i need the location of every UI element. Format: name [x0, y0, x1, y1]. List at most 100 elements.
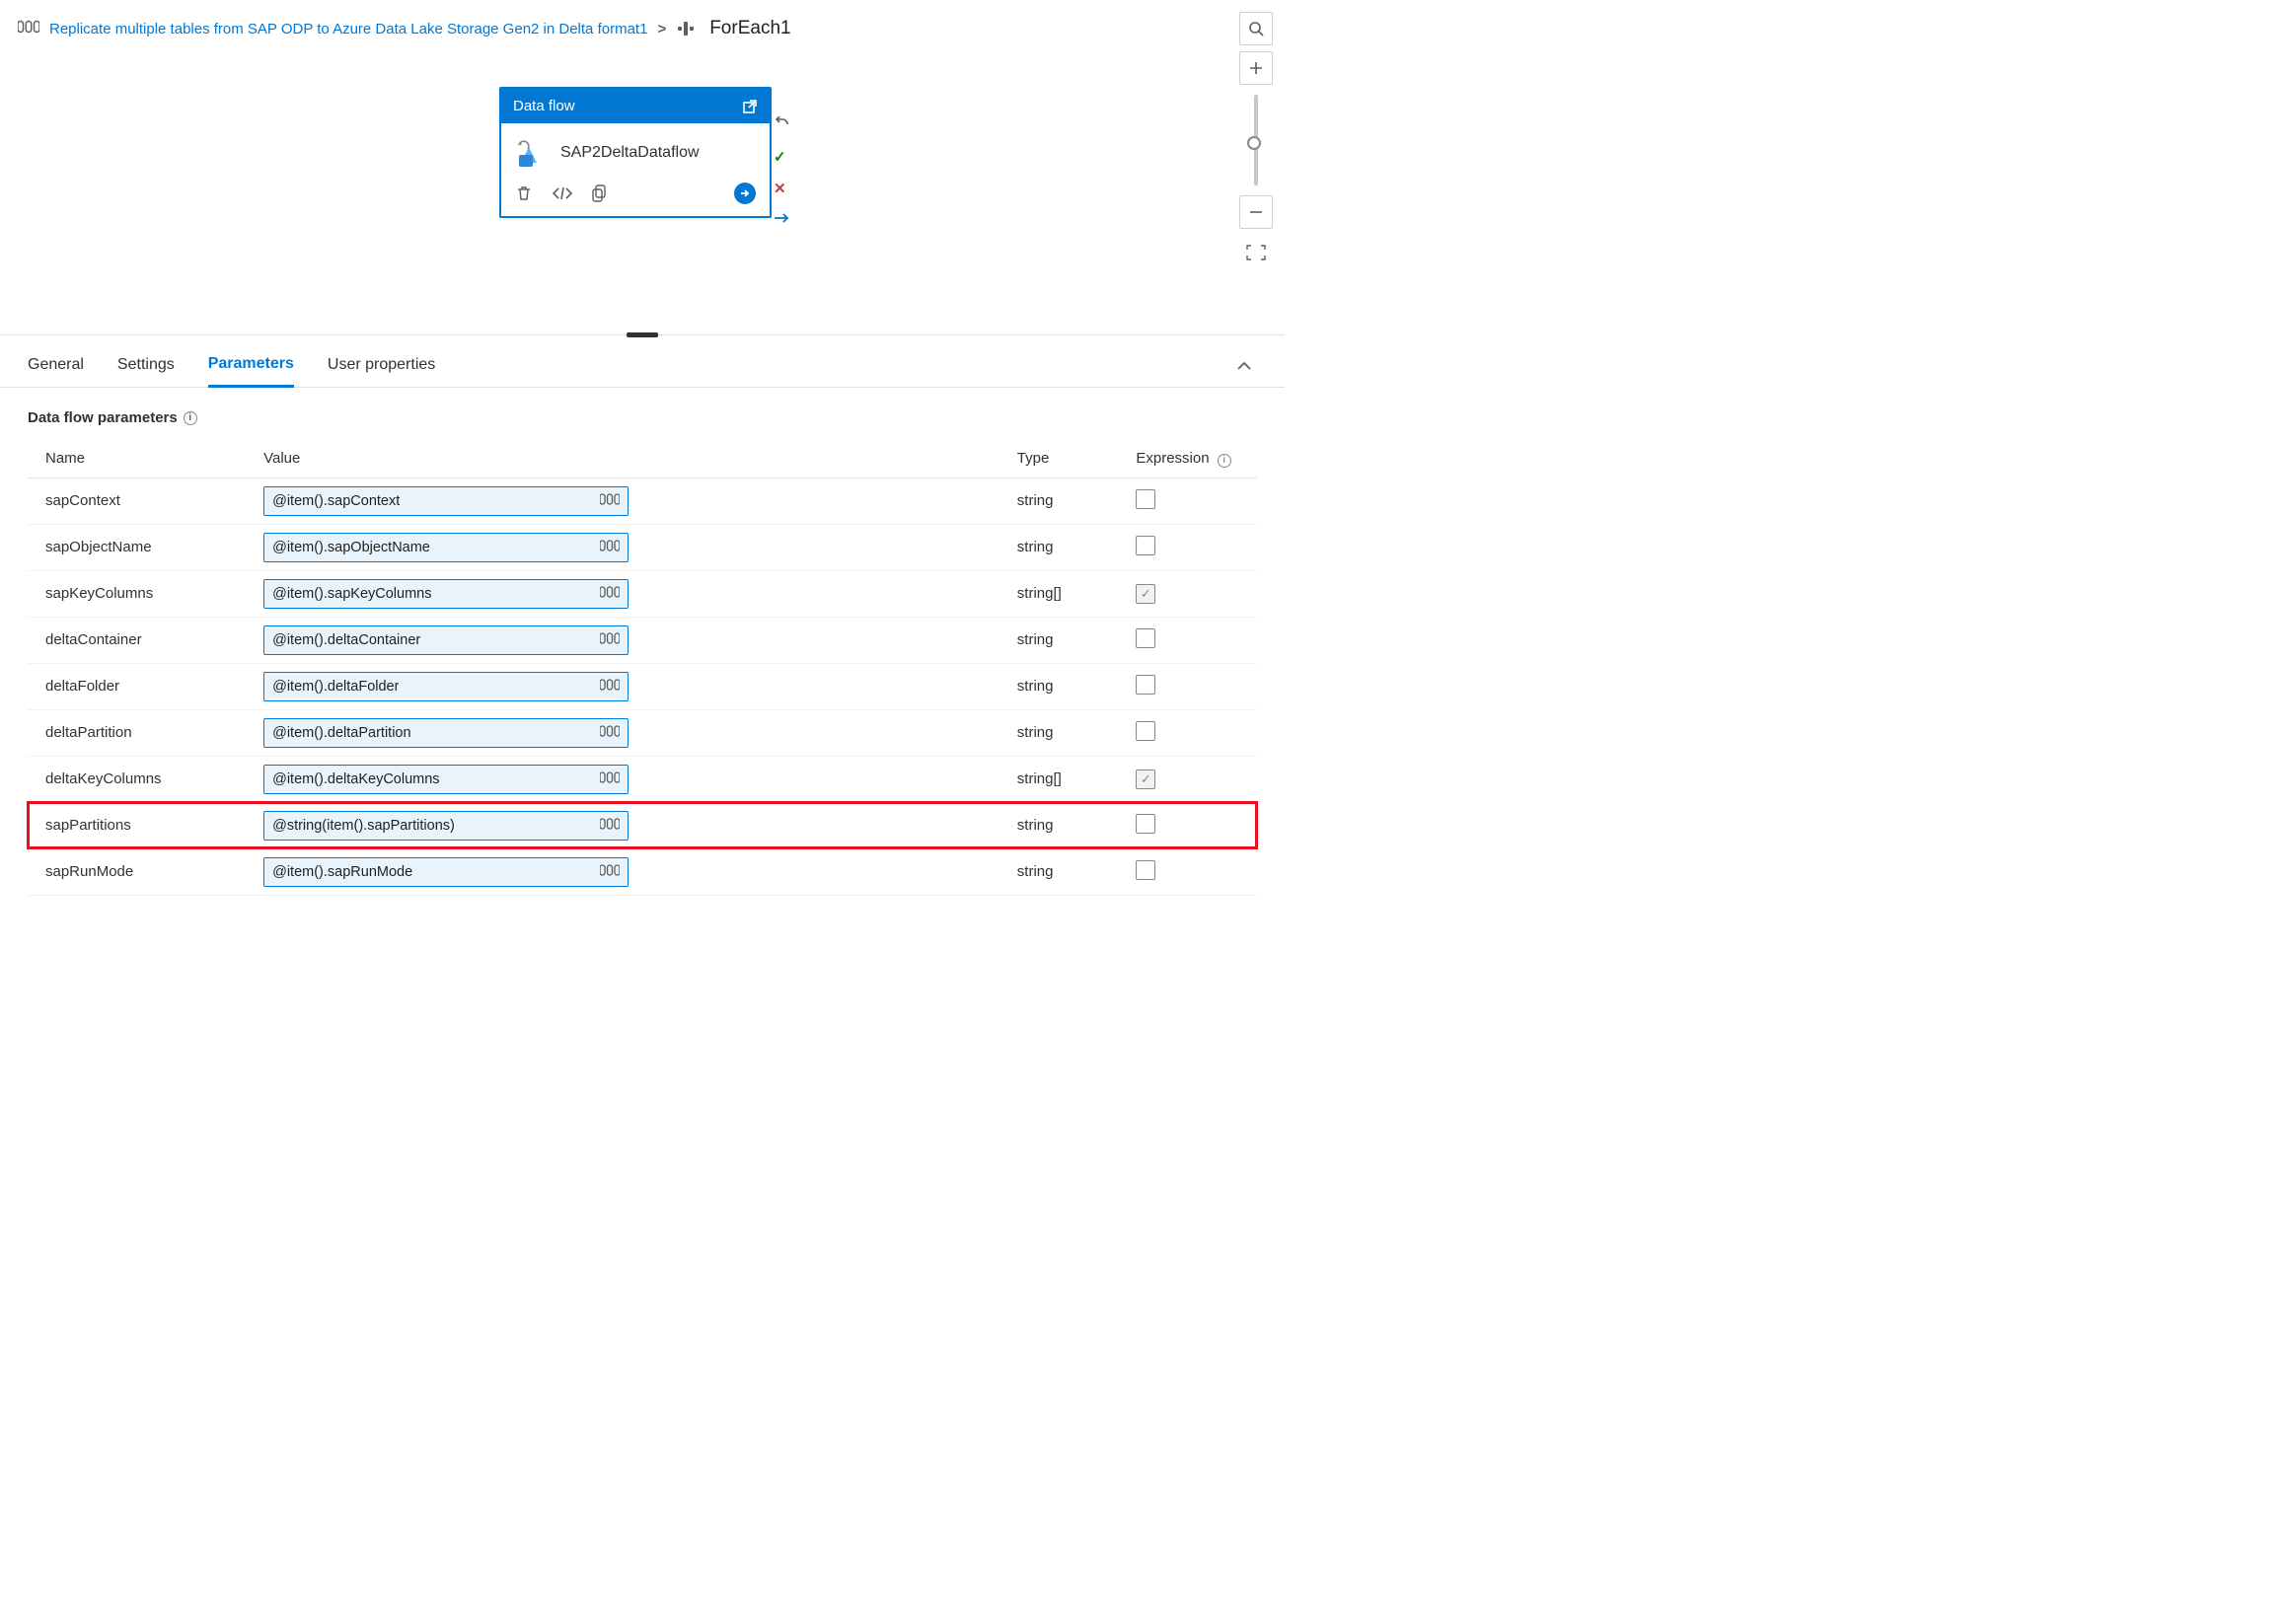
col-header-type: Type [1009, 440, 1129, 477]
expression-builder-icon[interactable] [600, 770, 620, 788]
skip-arrow-icon[interactable] [774, 211, 789, 228]
fit-to-screen-button[interactable] [1246, 245, 1266, 263]
param-value-text: @string(item().sapPartitions) [272, 818, 455, 834]
collapse-panel-icon[interactable] [1237, 358, 1251, 384]
expression-builder-icon[interactable] [600, 724, 620, 742]
zoom-slider[interactable] [1254, 95, 1258, 185]
expression-builder-icon[interactable] [600, 678, 620, 696]
expression-checkbox[interactable] [1136, 628, 1155, 648]
param-name: deltaContainer [28, 617, 256, 663]
zoom-in-button[interactable] [1239, 51, 1273, 85]
tab-settings[interactable]: Settings [117, 356, 175, 386]
param-name: sapPartitions [28, 802, 256, 848]
table-row: sapContext @item().sapContext string [28, 477, 1257, 524]
tab-user-properties[interactable]: User properties [328, 356, 435, 386]
param-name: sapObjectName [28, 524, 256, 570]
expression-checkbox[interactable] [1136, 814, 1155, 834]
param-type: string [1009, 709, 1129, 756]
param-value-text: @item().deltaKeyColumns [272, 771, 439, 787]
breadcrumb-parent-link[interactable]: Replicate multiple tables from SAP ODP t… [49, 21, 647, 37]
param-value-input[interactable]: @item().sapKeyColumns [263, 579, 629, 609]
delete-icon[interactable] [515, 184, 533, 202]
dataflow-icon [515, 139, 547, 167]
table-row: deltaPartition @item().deltaPartition st… [28, 709, 1257, 756]
param-type: string[] [1009, 570, 1129, 617]
failure-icon: ✕ [774, 180, 789, 197]
expression-builder-icon[interactable] [600, 585, 620, 603]
open-external-icon[interactable] [742, 99, 758, 114]
param-type: string [1009, 663, 1129, 709]
param-value-input[interactable]: @item().deltaFolder [263, 672, 629, 701]
param-name: sapContext [28, 477, 256, 524]
activity-status-ribbon: ✓ ✕ [774, 116, 789, 228]
details-tabs: General Settings Parameters User propert… [0, 335, 1285, 388]
expression-checkbox[interactable] [1136, 489, 1155, 509]
info-icon[interactable]: i [1218, 454, 1231, 468]
param-type: string[] [1009, 756, 1129, 802]
activity-card-header: Data flow [501, 89, 770, 123]
table-row: deltaFolder @item().deltaFolder string [28, 663, 1257, 709]
pipeline-canvas: Replicate multiple tables from SAP ODP t… [0, 0, 1285, 335]
activity-type-label: Data flow [513, 98, 575, 114]
expression-checkbox[interactable] [1136, 721, 1155, 741]
expression-checkbox[interactable] [1136, 770, 1155, 789]
param-name: sapRunMode [28, 848, 256, 895]
expression-checkbox[interactable] [1136, 860, 1155, 880]
table-row: sapObjectName @item().sapObjectName stri… [28, 524, 1257, 570]
pipeline-icon [18, 19, 39, 38]
param-name: deltaKeyColumns [28, 756, 256, 802]
copy-icon[interactable] [592, 184, 608, 202]
param-value-input[interactable]: @item().sapRunMode [263, 857, 629, 887]
expression-builder-icon[interactable] [600, 863, 620, 881]
param-value-input[interactable]: @string(item().sapPartitions) [263, 811, 629, 841]
param-type: string [1009, 617, 1129, 663]
parameters-table: Name Value Type Expression i sapContext … [28, 440, 1257, 896]
expression-builder-icon[interactable] [600, 492, 620, 510]
param-value-input[interactable]: @item().sapContext [263, 486, 629, 516]
param-value-input[interactable]: @item().deltaKeyColumns [263, 765, 629, 794]
expression-checkbox[interactable] [1136, 536, 1155, 555]
param-value-text: @item().sapRunMode [272, 864, 412, 880]
expression-builder-icon[interactable] [600, 631, 620, 649]
col-header-value: Value [256, 440, 1009, 477]
param-value-text: @item().deltaPartition [272, 725, 410, 741]
parameters-section: Data flow parameters i Name Value Type E… [0, 388, 1285, 906]
table-row: deltaContainer @item().deltaContainer st… [28, 617, 1257, 663]
param-value-text: @item().deltaContainer [272, 632, 420, 648]
param-type: string [1009, 524, 1129, 570]
breadcrumb-current: ForEach1 [709, 18, 790, 39]
zoom-out-button[interactable] [1239, 195, 1273, 229]
run-arrow-icon[interactable] [734, 183, 756, 204]
zoom-slider-thumb[interactable] [1247, 136, 1261, 150]
section-title: Data flow parameters i [28, 409, 1257, 426]
param-value-input[interactable]: @item().deltaContainer [263, 625, 629, 655]
table-row: sapPartitions @string(item().sapPartitio… [28, 802, 1257, 848]
param-value-text: @item().deltaFolder [272, 679, 399, 695]
expression-builder-icon[interactable] [600, 817, 620, 835]
expression-builder-icon[interactable] [600, 539, 620, 556]
param-value-input[interactable]: @item().deltaPartition [263, 718, 629, 748]
table-row: sapRunMode @item().sapRunMode string [28, 848, 1257, 895]
table-row: sapKeyColumns @item().sapKeyColumns stri… [28, 570, 1257, 617]
table-row: deltaKeyColumns @item().deltaKeyColumns … [28, 756, 1257, 802]
undo-icon[interactable] [774, 116, 789, 134]
param-name: deltaFolder [28, 663, 256, 709]
code-icon[interactable] [553, 185, 572, 201]
breadcrumb-separator: > [657, 21, 666, 37]
tab-general[interactable]: General [28, 356, 84, 386]
expression-checkbox[interactable] [1136, 675, 1155, 695]
param-value-text: @item().sapObjectName [272, 540, 430, 555]
breadcrumb: Replicate multiple tables from SAP ODP t… [0, 0, 1285, 47]
param-value-input[interactable]: @item().sapObjectName [263, 533, 629, 562]
section-title-text: Data flow parameters [28, 409, 178, 426]
expression-checkbox[interactable] [1136, 584, 1155, 604]
search-canvas-button[interactable] [1239, 12, 1273, 45]
tab-parameters[interactable]: Parameters [208, 355, 294, 388]
param-value-text: @item().sapContext [272, 493, 400, 509]
pane-resize-handle[interactable] [627, 332, 658, 337]
param-type: string [1009, 477, 1129, 524]
info-icon[interactable]: i [184, 411, 197, 425]
param-value-text: @item().sapKeyColumns [272, 586, 431, 602]
activity-name: SAP2DeltaDataflow [560, 144, 700, 162]
dataflow-activity-card[interactable]: Data flow SAP2DeltaDataflow [499, 87, 772, 218]
